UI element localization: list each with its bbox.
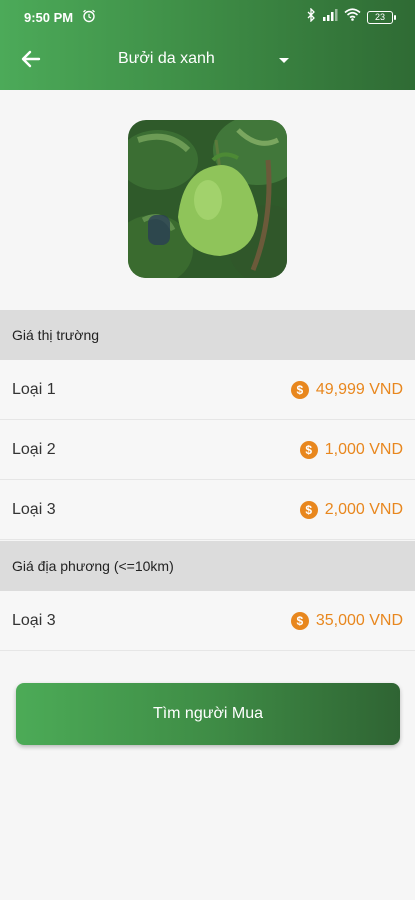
battery-icon: 23: [367, 10, 396, 24]
coin-icon: $: [299, 440, 318, 459]
price-value: $ 35,000 VND: [290, 611, 403, 630]
back-button[interactable]: [16, 44, 46, 74]
price-text: 1,000 VND: [324, 440, 403, 458]
price-value: $ 2,000 VND: [299, 500, 403, 519]
price-text: 2,000 VND: [324, 500, 403, 518]
price-text: 35,000 VND: [315, 611, 403, 629]
price-text: 49,999 VND: [315, 380, 403, 398]
grade-label: Loại 3: [12, 500, 56, 518]
price-row: Loại 3 $ 2,000 VND: [0, 480, 415, 540]
dropdown-caret-icon: [279, 57, 289, 63]
find-buyer-button[interactable]: Tìm người Mua: [16, 683, 400, 745]
price-row: Loại 2 $ 1,000 VND: [0, 420, 415, 480]
wifi-icon: [344, 8, 361, 26]
back-arrow-icon: [21, 50, 41, 68]
status-time: 9:50 PM: [24, 10, 74, 25]
price-value: $ 49,999 VND: [290, 380, 403, 399]
alarm-icon: [82, 9, 96, 23]
price-row: Loại 1 $ 49,999 VND: [0, 360, 415, 420]
local-price-header: Giá địa phương (<=10km): [0, 541, 415, 591]
signal-icon: [322, 8, 338, 26]
price-row: Loại 3 $ 35,000 VND: [0, 591, 415, 651]
status-icons: 23: [306, 6, 396, 27]
app-bar: 9:50 PM 23 Bưởi da xanh: [0, 0, 415, 90]
grade-label: Loại 2: [12, 440, 56, 458]
grade-label: Loại 1: [12, 380, 56, 398]
status-bar: 9:50 PM 23: [0, 0, 415, 34]
coin-icon: $: [290, 380, 309, 399]
bluetooth-icon: [306, 6, 316, 27]
market-price-header: Giá thị trường: [0, 310, 415, 360]
coin-icon: $: [299, 500, 318, 519]
page-title[interactable]: Bưởi da xanh: [118, 50, 215, 68]
price-value: $ 1,000 VND: [299, 440, 403, 459]
product-dropdown-button[interactable]: [272, 50, 296, 70]
coin-icon: $: [290, 611, 309, 630]
grade-label: Loại 3: [12, 611, 56, 629]
product-image: [128, 120, 287, 278]
